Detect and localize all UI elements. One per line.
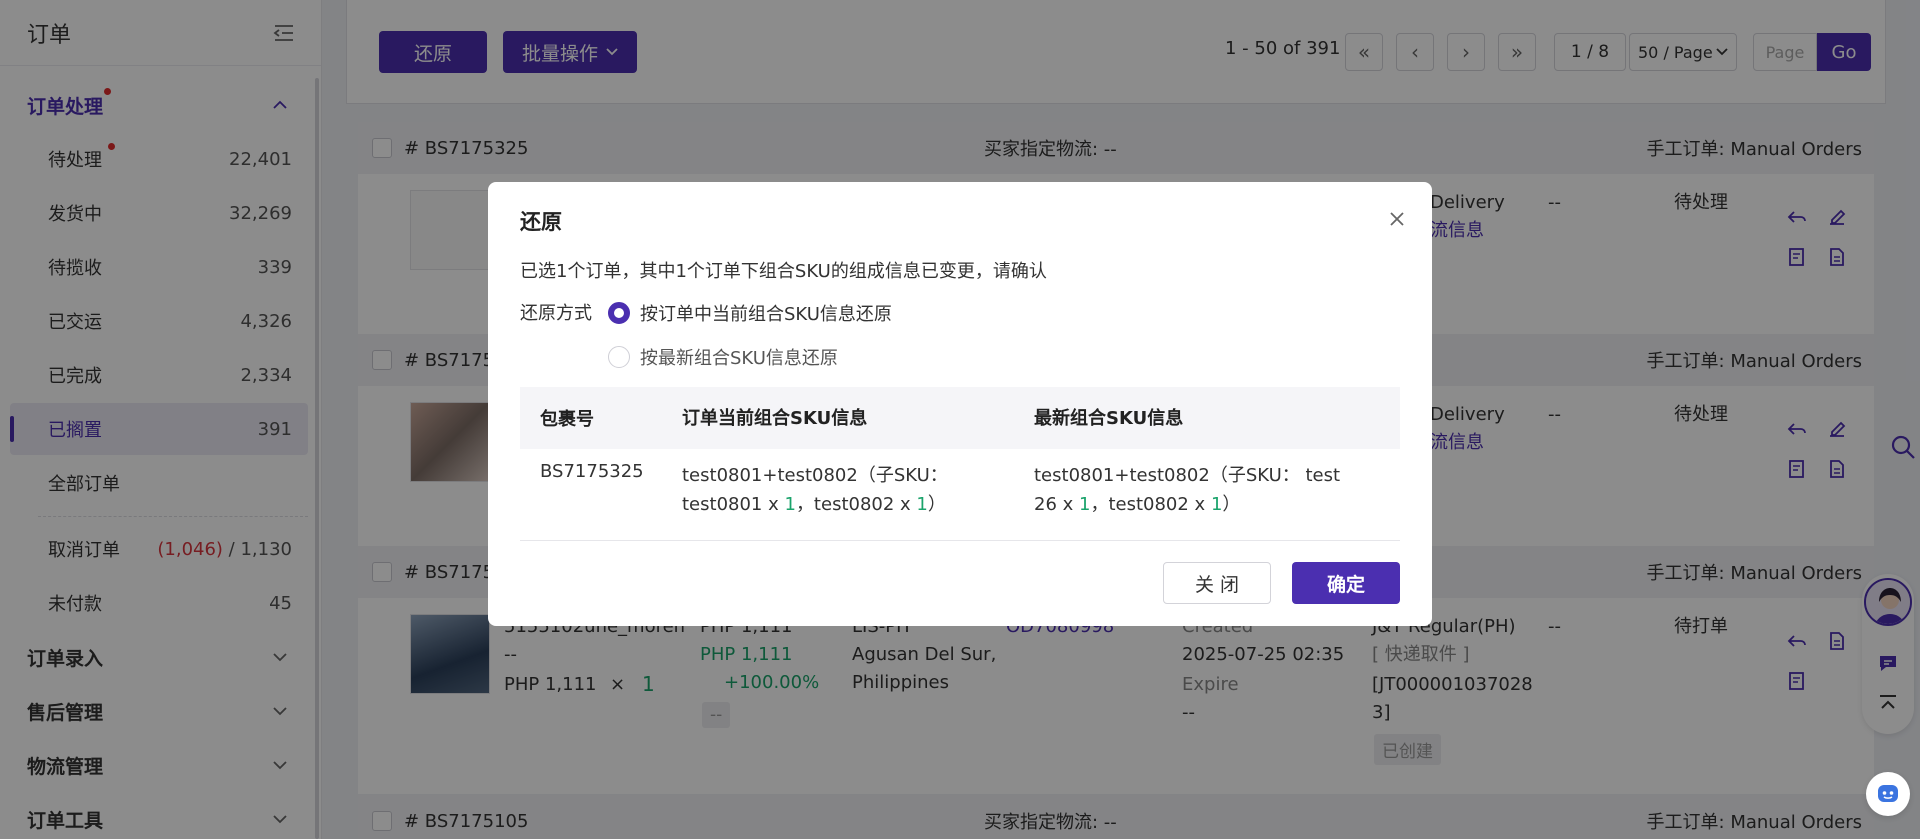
restore-method-label: 还原方式 <box>520 303 592 324</box>
radio-restore-current[interactable]: 按订单中当前组合SKU信息还原 <box>608 300 892 326</box>
close-icon[interactable] <box>1388 210 1406 228</box>
restore-dialog: 还原 已选1个订单，其中1个订单下组合SKU的组成信息已变更，请确认 还原方式 … <box>488 182 1432 626</box>
sku-quantity: 1 <box>916 494 928 515</box>
sku-text: ） <box>927 494 946 515</box>
radio-restore-latest[interactable]: 按最新组合SKU信息还原 <box>608 344 838 370</box>
latest-sku-info: test0801+test0802（子SKU： test 26 x 1，test… <box>1034 461 1400 519</box>
latest-sku-line: test0801+test0802（子SKU： test <box>1034 465 1341 486</box>
sku-text: 26 x <box>1034 494 1079 515</box>
radio-label: 按订单中当前组合SKU信息还原 <box>640 304 892 325</box>
bot-button[interactable] <box>1866 772 1910 816</box>
package-number: BS7175325 <box>540 461 644 482</box>
sku-text: ，test0802 x <box>1090 494 1211 515</box>
column-header-package: 包裹号 <box>540 409 594 430</box>
current-sku-line: test0801+test0802（子SKU： <box>682 465 948 486</box>
dialog-description: 已选1个订单，其中1个订单下组合SKU的组成信息已变更，请确认 <box>520 261 1047 282</box>
sku-quantity: 1 <box>784 494 796 515</box>
sku-quantity: 1 <box>1210 494 1223 515</box>
latest-sku-components: 26 x 1，test0802 x 1） <box>1034 490 1360 519</box>
radio-unchecked-icon <box>608 346 630 368</box>
bot-icon <box>1878 785 1898 802</box>
table-header: 包裹号 订单当前组合SKU信息 最新组合SKU信息 <box>520 387 1400 449</box>
sku-text: test0801 x <box>682 494 785 515</box>
current-sku-components: test0801 x 1，test0802 x 1） <box>682 490 1034 519</box>
confirm-button[interactable]: 确定 <box>1292 562 1400 604</box>
dialog-title: 还原 <box>520 210 562 234</box>
current-sku-info: test0801+test0802（子SKU： test0801 x 1，tes… <box>682 461 1034 519</box>
column-header-current-sku: 订单当前组合SKU信息 <box>682 407 868 429</box>
sku-comparison-table: 包裹号 订单当前组合SKU信息 最新组合SKU信息 BS7175325 test… <box>520 387 1400 541</box>
radio-label: 按最新组合SKU信息还原 <box>640 348 838 369</box>
sku-text: ） <box>1222 494 1241 515</box>
close-button[interactable]: 关 闭 <box>1163 562 1271 604</box>
table-row: BS7175325 test0801+test0802（子SKU： test08… <box>520 449 1400 541</box>
radio-checked-icon <box>608 302 630 324</box>
column-header-latest-sku: 最新组合SKU信息 <box>1034 407 1184 429</box>
sku-text: ，test0802 x <box>795 494 917 515</box>
sku-quantity: 1 <box>1079 494 1091 515</box>
